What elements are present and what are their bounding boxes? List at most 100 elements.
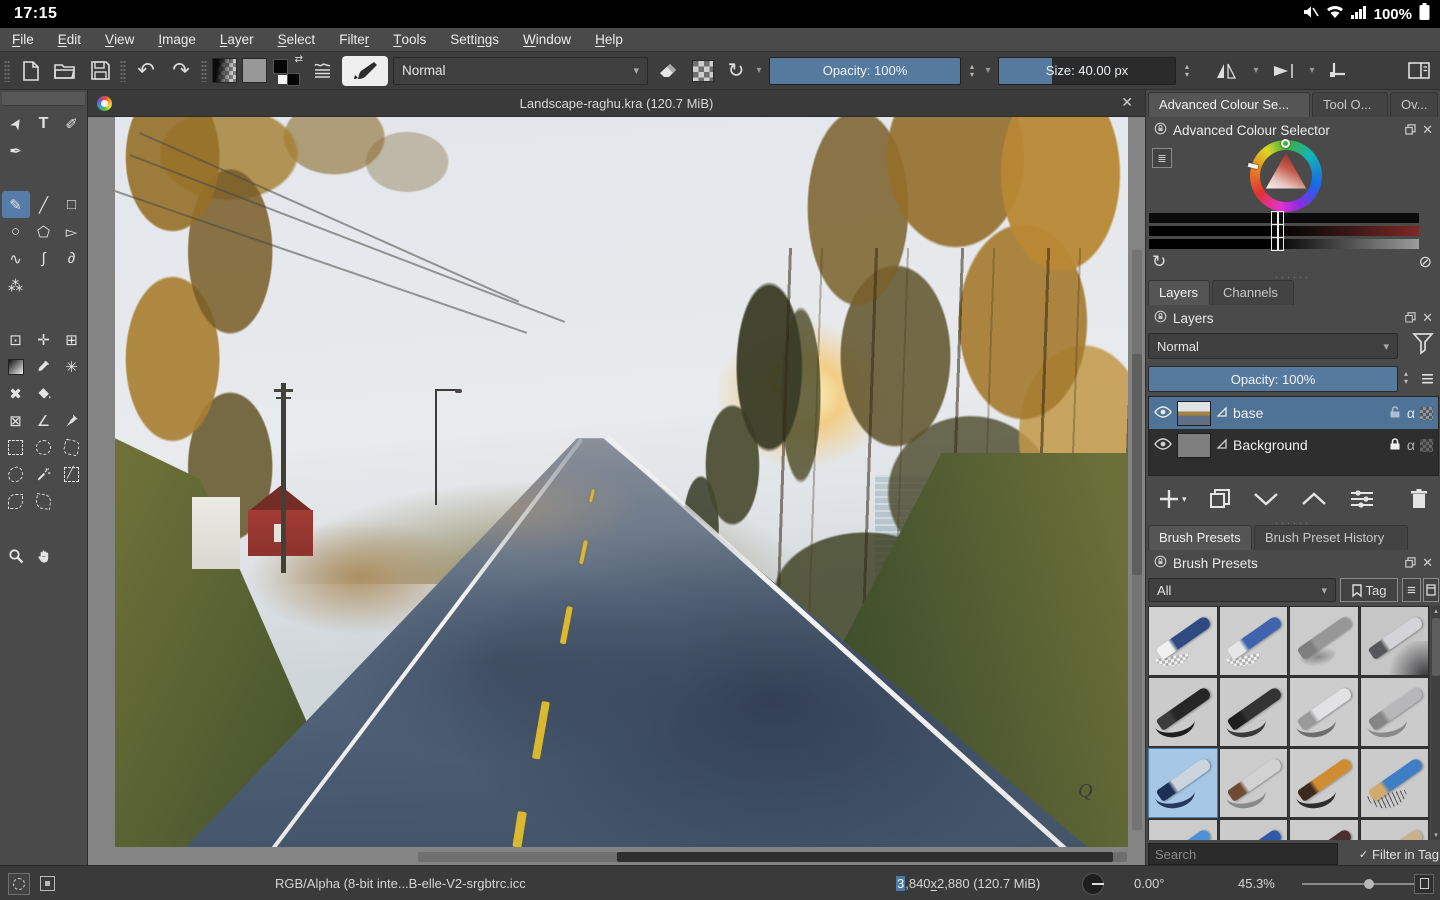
- undo-button[interactable]: ↶: [131, 56, 161, 86]
- color-slider-2[interactable]: [1149, 224, 1419, 238]
- brush-preset-dip-pen-orange[interactable]: [1289, 748, 1359, 818]
- brush-preset-pen-gray[interactable]: [1359, 677, 1429, 747]
- brush-preset-pencil-blue[interactable]: [1359, 748, 1429, 818]
- layer-row-base[interactable]: base α: [1149, 397, 1438, 429]
- colorize-mask-tool[interactable]: ✖: [2, 380, 30, 407]
- edit-brush-settings-button[interactable]: [342, 55, 388, 86]
- brush-size-slider[interactable]: Size: 40.00 px: [998, 56, 1176, 85]
- rectangle-tool[interactable]: □: [58, 191, 86, 218]
- polygon-tool[interactable]: ⬠: [30, 218, 58, 245]
- swap-colors-icon[interactable]: ⇄: [295, 54, 303, 65]
- brush-preset-pencil-blue-2[interactable]: [1148, 819, 1218, 840]
- brush-preset-pen-blue[interactable]: [1218, 819, 1288, 840]
- tab-brush-presets[interactable]: Brush Presets: [1148, 525, 1252, 550]
- lock-icon[interactable]: [1388, 405, 1402, 422]
- chevron-down-icon[interactable]: ▾: [1251, 65, 1261, 76]
- freehand-path-tool[interactable]: ∫: [30, 245, 58, 272]
- docker-lock-icon[interactable]: [1154, 310, 1167, 326]
- image-dimensions[interactable]: 3,840 x 2,880 (120.7 MiB): [896, 866, 1040, 900]
- inherit-alpha-icon[interactable]: [1420, 438, 1433, 452]
- float-docker-icon[interactable]: [1405, 556, 1416, 571]
- search-input[interactable]: [1148, 843, 1338, 865]
- color-slider-3[interactable]: [1149, 237, 1419, 251]
- transform-tool[interactable]: ⊡: [2, 326, 30, 353]
- layer-blending-mode-select[interactable]: Normal ▾: [1148, 333, 1398, 359]
- tab-channels[interactable]: Channels: [1212, 280, 1294, 305]
- new-document-button[interactable]: [15, 56, 45, 86]
- layer-thumbnail[interactable]: [1177, 432, 1211, 458]
- canvas-vertical-scrollbar[interactable]: [1132, 250, 1142, 830]
- layer-name[interactable]: Background: [1233, 437, 1383, 453]
- enclose-fill-tool[interactable]: [58, 461, 86, 488]
- brush-preset-eraser-small[interactable]: [1218, 606, 1288, 676]
- brush-preset-paintbrush-wet[interactable]: [1148, 748, 1218, 818]
- tab-advanced-colour-selector[interactable]: Advanced Colour Se...: [1148, 92, 1310, 117]
- close-docker-icon[interactable]: ✕: [1422, 555, 1433, 571]
- canvas-painting[interactable]: Q: [115, 117, 1128, 847]
- close-docker-icon[interactable]: ✕: [1422, 122, 1433, 138]
- menu-item-help[interactable]: Help: [583, 28, 635, 51]
- menu-item-layer[interactable]: Layer: [208, 28, 266, 51]
- docker-lock-icon[interactable]: [1154, 555, 1167, 571]
- docker-lock-icon[interactable]: [1154, 122, 1167, 138]
- color-history-icon[interactable]: ↻: [1152, 252, 1166, 272]
- preserve-alpha-button[interactable]: [688, 56, 718, 86]
- workspace-chooser-button[interactable]: [1402, 56, 1436, 86]
- polyline-tool[interactable]: ▻: [58, 218, 86, 245]
- layer-filter-icon[interactable]: [1412, 332, 1434, 359]
- magnetic-selection-tool[interactable]: [30, 488, 58, 515]
- selection-mode-icon[interactable]: [40, 866, 55, 900]
- mirror-vertical-button[interactable]: [1266, 56, 1302, 86]
- close-document-icon[interactable]: ✕: [1121, 94, 1133, 111]
- reload-original-preset-button[interactable]: ↻: [723, 56, 749, 86]
- brush-preset-fineliner-silver[interactable]: [1289, 677, 1359, 747]
- lock-icon[interactable]: [1388, 437, 1402, 454]
- freehand-selection-tool[interactable]: [2, 461, 30, 488]
- opacity-spinner[interactable]: ▴ ▾: [966, 62, 978, 79]
- toolbar-grip[interactable]: [201, 59, 207, 82]
- mirror-horizontal-button[interactable]: [1210, 56, 1246, 86]
- similar-color-selection-tool[interactable]: [30, 461, 58, 488]
- layer-opacity-slider[interactable]: Opacity: 100%: [1148, 366, 1398, 392]
- close-docker-icon[interactable]: ✕: [1422, 310, 1433, 326]
- zoom-slider[interactable]: [1302, 866, 1414, 900]
- zoom-tool[interactable]: [2, 542, 30, 569]
- calligraphy-tool[interactable]: ✒: [2, 137, 30, 164]
- assistants-tool[interactable]: ⊠: [2, 407, 30, 434]
- dynamic-brush-tool[interactable]: ∂: [58, 245, 86, 272]
- alpha-lock-icon[interactable]: α: [1407, 437, 1415, 453]
- pattern-swatch[interactable]: [242, 58, 267, 83]
- layer-row-background[interactable]: Background α: [1149, 429, 1438, 461]
- brush-preset-eraser-large[interactable]: [1148, 606, 1218, 676]
- move-tool[interactable]: ✛: [30, 326, 58, 353]
- brush-preset-ink-pen-black[interactable]: [1148, 677, 1218, 747]
- brush-preset-airbrush-pen[interactable]: [1359, 606, 1429, 676]
- menu-item-view[interactable]: View: [93, 28, 146, 51]
- color-sampler-tool[interactable]: [30, 353, 58, 380]
- hue-ring-selector[interactable]: [1247, 139, 1322, 212]
- menu-item-filter[interactable]: Filte r: [327, 28, 381, 51]
- redo-button[interactable]: ↷: [166, 56, 196, 86]
- visibility-eye-icon[interactable]: [1154, 405, 1172, 422]
- brush-preset-marker-dark-red[interactable]: [1289, 819, 1359, 840]
- selection-display-button[interactable]: [8, 866, 30, 900]
- pan-tool[interactable]: [30, 542, 58, 569]
- chevron-down-icon[interactable]: ▾: [1307, 65, 1317, 76]
- save-button[interactable]: [85, 56, 115, 86]
- delete-layer-button[interactable]: [1409, 488, 1429, 510]
- add-layer-button[interactable]: ▾: [1158, 488, 1187, 510]
- rectangular-selection-tool[interactable]: [2, 434, 30, 461]
- canvas-horizontal-scrollbar[interactable]: [418, 852, 1127, 862]
- preset-tag-filter-select[interactable]: All ▾: [1148, 578, 1336, 602]
- tab-layers[interactable]: Layers: [1148, 280, 1210, 305]
- brush-preset-pencil-tan[interactable]: [1359, 819, 1429, 840]
- filter-in-tag-checkbox[interactable]: ✓ Filter in Tag: [1359, 847, 1439, 862]
- brush-option-slider-icon[interactable]: [307, 56, 337, 86]
- ellipse-tool[interactable]: ○: [2, 218, 30, 245]
- freehand-brush-tool[interactable]: ✎: [1, 191, 30, 218]
- tab-brush-preset-history[interactable]: Brush Preset History: [1254, 525, 1408, 550]
- menu-item-window[interactable]: Window: [511, 28, 583, 51]
- layer-properties-button[interactable]: [1349, 489, 1375, 509]
- menu-item-edit[interactable]: Edit: [46, 28, 93, 51]
- inherit-alpha-icon[interactable]: [1420, 406, 1433, 420]
